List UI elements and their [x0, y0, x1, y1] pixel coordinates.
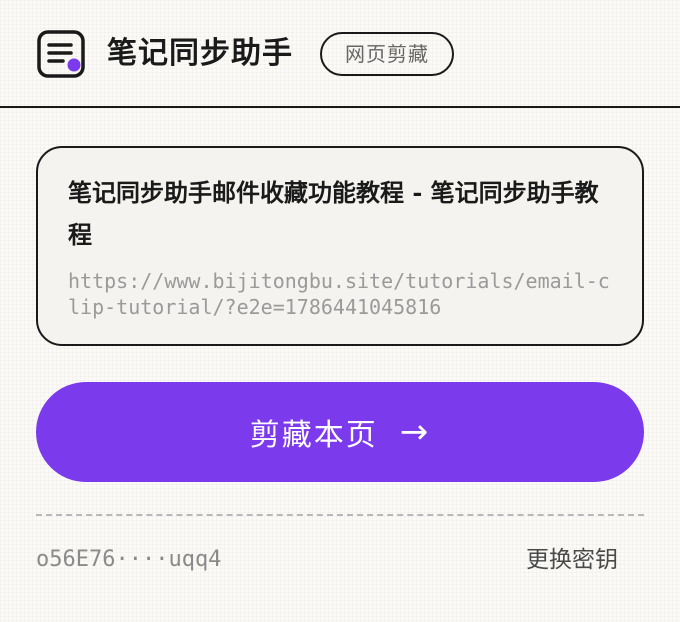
- notes-list-icon: [37, 30, 85, 78]
- clip-button-label: 剪藏本页: [249, 418, 378, 453]
- dashed-divider: [36, 514, 644, 516]
- mode-badge: 网页剪藏: [320, 32, 454, 76]
- app-title: 笔记同步助手: [107, 36, 293, 71]
- page-url: https://www.bijitongbu.site/tutorials/em…: [68, 269, 610, 319]
- clip-page-button[interactable]: 剪藏本页 →: [36, 382, 644, 482]
- app-header: 笔记同步助手 网页剪藏: [0, 0, 680, 108]
- change-key-link[interactable]: 更换密钥: [526, 544, 618, 576]
- arrow-right-icon: →: [399, 412, 431, 452]
- page-title: 笔记同步助手邮件收藏功能教程 - 笔记同步助手教程: [68, 178, 599, 249]
- api-key-masked: o56E76····uqq4: [36, 547, 222, 572]
- current-page-card: 笔记同步助手邮件收藏功能教程 - 笔记同步助手教程 https://www.bi…: [36, 146, 644, 346]
